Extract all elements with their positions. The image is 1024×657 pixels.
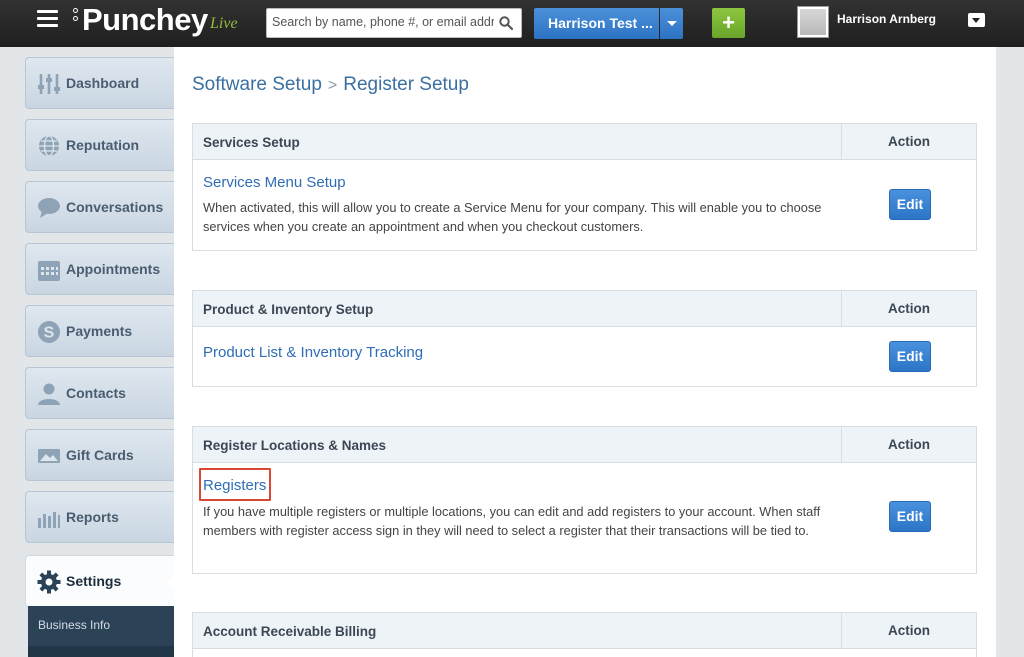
logo-dots: [73, 8, 79, 24]
registers-edit-button[interactable]: Edit: [889, 501, 931, 532]
services-edit-button[interactable]: Edit: [889, 189, 931, 220]
account-receivable-panel: Account Receivable Billing Action: [192, 612, 977, 657]
right-gutter: [996, 47, 1024, 657]
registers-link[interactable]: Registers: [203, 477, 266, 494]
user-avatar[interactable]: [797, 6, 829, 38]
dollar-coin-icon: S: [38, 321, 60, 343]
panel-title: Services Setup: [203, 135, 300, 150]
breadcrumb-separator: >: [327, 77, 338, 94]
breadcrumb-parent-link[interactable]: Software Setup: [192, 74, 322, 95]
panel-action-header: Action: [841, 291, 976, 326]
sidebar-item-label: Reports: [66, 509, 119, 525]
sidebar-item-dashboard[interactable]: Dashboard: [25, 57, 174, 109]
sidebar-item-label: Reputation: [66, 137, 140, 153]
panel-action-header: Action: [841, 613, 976, 648]
services-setup-panel: Services Setup Action Services Menu Setu…: [192, 123, 977, 251]
panel-header: Account Receivable Billing Action: [193, 613, 976, 649]
sidebar-item-label: Payments: [66, 323, 133, 339]
panel-title: Register Locations & Names: [203, 438, 387, 453]
sidebar-item-label: Appointments: [66, 261, 161, 277]
svg-text:S: S: [44, 325, 55, 342]
settings-subnav: Business Info: [28, 606, 174, 657]
globe-icon: [39, 135, 59, 157]
sidebar-item-label: Dashboard: [66, 75, 140, 91]
main-content: Software Setup > Register Setup Services S…: [174, 47, 996, 657]
sidebar-item-label: Gift Cards: [66, 447, 134, 463]
services-menu-setup-link[interactable]: Services Menu Setup: [203, 174, 346, 191]
subnav-item-business-info[interactable]: Business Info: [38, 618, 110, 632]
sidebar-item-reputation[interactable]: Reputation: [25, 119, 174, 171]
location-selector-button[interactable]: Harrison Test ...: [534, 8, 659, 39]
sidebar-item-appointments[interactable]: Appointments: [25, 243, 174, 295]
panel-description: When activated, this will allow you to c…: [203, 200, 822, 234]
sidebar-item-label: Settings: [66, 573, 122, 589]
panel-header: Register Locations & Names Action: [193, 427, 976, 463]
sidebar-item-settings[interactable]: Settings: [25, 555, 175, 607]
search-box: [266, 8, 522, 38]
sidebar-item-contacts[interactable]: Contacts: [25, 367, 174, 419]
search-icon[interactable]: [499, 16, 513, 30]
location-dropdown-caret-icon[interactable]: [660, 8, 683, 39]
panel-title: Account Receivable Billing: [203, 624, 377, 639]
product-edit-button[interactable]: Edit: [889, 341, 931, 372]
panel-title: Product & Inventory Setup: [203, 302, 374, 317]
chat-bubble-icon: [38, 198, 60, 218]
person-icon: [38, 383, 60, 405]
add-new-button[interactable]: +: [712, 8, 745, 38]
dashboard-icon: [38, 74, 60, 94]
sidebar-item-payments[interactable]: S Payments: [25, 305, 174, 357]
breadcrumb: Software Setup > Register Setup: [192, 74, 469, 96]
gear-icon: [37, 570, 61, 594]
sidebar: Dashboard Reputation Conversations Appoi…: [0, 47, 175, 657]
brand-suffix: Live: [210, 15, 238, 32]
panel-action-header: Action: [841, 427, 976, 462]
search-input[interactable]: [272, 15, 494, 29]
sidebar-item-conversations[interactable]: Conversations: [25, 181, 174, 233]
panel-header: Services Setup Action: [193, 124, 976, 160]
user-menu-caret-icon[interactable]: [968, 13, 985, 27]
subnav-item-next[interactable]: [28, 646, 174, 657]
sidebar-item-label: Conversations: [66, 199, 164, 215]
bar-chart-icon: [38, 512, 60, 528]
brand-logo[interactable]: Punchey: [82, 2, 208, 38]
product-list-inventory-link[interactable]: Product List & Inventory Tracking: [203, 344, 423, 361]
panel-header: Product & Inventory Setup Action: [193, 291, 976, 327]
gift-card-icon: [38, 449, 60, 463]
panel-description: If you have multiple registers or multip…: [203, 504, 821, 538]
calendar-icon: [38, 261, 60, 281]
hamburger-menu-icon[interactable]: [37, 10, 58, 28]
breadcrumb-current: Register Setup: [343, 74, 469, 95]
sidebar-item-gift-cards[interactable]: Gift Cards: [25, 429, 174, 481]
sidebar-item-reports[interactable]: Reports: [25, 491, 174, 543]
panel-action-header: Action: [841, 124, 976, 159]
product-inventory-panel: Product & Inventory Setup Action Product…: [192, 290, 977, 387]
user-name[interactable]: Harrison Arnberg: [837, 12, 936, 26]
top-bar: Punchey Live Harrison Test ... + Harriso…: [0, 0, 1024, 47]
register-locations-panel: Register Locations & Names Action Regist…: [192, 426, 977, 574]
sidebar-item-label: Contacts: [66, 385, 126, 401]
